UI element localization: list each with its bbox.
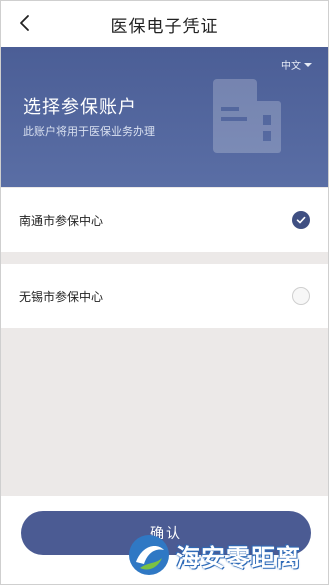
account-option[interactable]: 无锡市参保中心	[1, 264, 328, 328]
account-option-label: 无锡市参保中心	[19, 289, 104, 304]
navbar: 医保电子凭证	[1, 1, 328, 47]
app-screen: 医保电子凭证 中文 选择参保账户 此账户将用于医保业务办理 南通市参保中心 无锡…	[0, 0, 329, 585]
account-option[interactable]: 南通市参保中心	[1, 188, 328, 252]
building-icon	[213, 79, 281, 153]
watermark-text: 海安零距离	[176, 543, 301, 572]
page-title: 医保电子凭证	[110, 17, 219, 37]
account-option-label: 南通市参保中心	[19, 213, 104, 228]
watermark-logo-icon	[129, 535, 169, 575]
watermark: 海安零距离	[126, 529, 301, 581]
checked-radio-icon[interactable]	[292, 211, 310, 229]
checkmark-icon	[296, 216, 306, 224]
caret-down-icon	[304, 62, 312, 67]
banner-subtitle: 此账户将用于医保业务办理	[23, 125, 155, 138]
account-banner: 中文 选择参保账户 此账户将用于医保业务办理	[1, 47, 328, 187]
banner-title: 选择参保账户	[23, 97, 137, 118]
unchecked-radio-icon[interactable]	[292, 287, 310, 305]
